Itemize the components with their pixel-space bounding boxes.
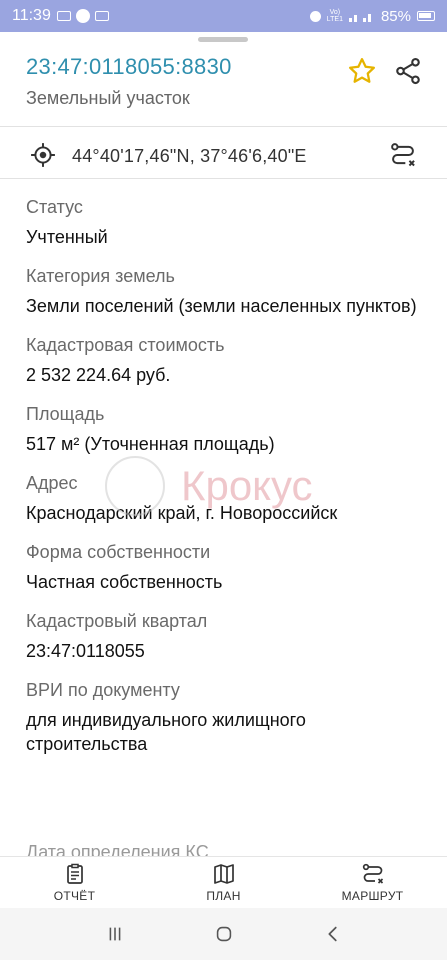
home-icon[interactable] (213, 923, 235, 945)
status-bar: 11:39 Vo) LTE1 85% (0, 0, 447, 32)
back-icon[interactable] (322, 923, 344, 945)
field-value: для индивидуального жилищного строительс… (26, 710, 306, 754)
coords-divider (0, 178, 447, 179)
bottom-nav: ОТЧЁТ ПЛАН МАРШРУТ (0, 856, 447, 908)
field-area: Площадь 517 м² (Уточненная площадь) (26, 401, 427, 456)
report-button[interactable]: ОТЧЁТ (0, 857, 149, 908)
field-label-cutoff: Дата определения КС (26, 842, 209, 856)
plan-button[interactable]: ПЛАН (149, 857, 298, 908)
field-value: 23:47:0118055 (26, 641, 145, 661)
field-label: Кадастровая стоимость (26, 335, 225, 355)
field-label: Адрес (26, 473, 78, 493)
share-icon[interactable] (393, 56, 423, 86)
field-cadastral-quarter: Кадастровый квартал 23:47:0118055 (26, 608, 427, 663)
field-value: Краснодарский край, г. Новороссийск (26, 503, 338, 523)
details-list: Статус Учтенный Категория земель Земли п… (26, 194, 427, 770)
object-type: Земельный участок (26, 88, 190, 108)
field-permitted-use: ВРИ по документу для индивидуального жил… (26, 677, 427, 756)
field-value: 517 м² (Уточненная площадь) (26, 434, 275, 454)
coordinates-text[interactable]: 44°40'17,46"N, 37°46'6,40"E (72, 146, 307, 167)
route-label: МАРШРУТ (341, 889, 404, 903)
status-time: 11:39 (12, 7, 51, 24)
object-header: 23:47:0118055:8830 Земельный участок (26, 54, 427, 124)
route-icon[interactable] (389, 141, 417, 169)
location-target-icon (31, 143, 55, 167)
phone-icon (75, 9, 90, 23)
map-icon (213, 864, 234, 884)
header-divider (0, 126, 447, 127)
object-info-sheet: 23:47:0118055:8830 Земельный участок 44°… (0, 32, 447, 856)
field-label: Площадь (26, 404, 105, 424)
report-label: ОТЧЁТ (53, 889, 96, 903)
field-value: 2 532 224.64 руб. (26, 365, 171, 385)
recent-apps-icon[interactable] (104, 923, 126, 945)
field-address: Адрес Краснодарский край, г. Новороссийс… (26, 470, 427, 525)
report-clipboard-icon (66, 863, 83, 884)
message-icon (56, 11, 71, 21)
field-label: ВРИ по документу (26, 680, 180, 700)
field-ownership: Форма собственности Частная собственност… (26, 539, 427, 594)
field-label: Категория земель (26, 266, 175, 286)
gallery-icon (94, 11, 109, 21)
field-value: Учтенный (26, 227, 108, 247)
route-icon (362, 863, 383, 884)
field-land-category: Категория земель Земли поселений (земли … (26, 263, 427, 318)
field-label: Статус (26, 197, 83, 217)
favorite-star-icon[interactable] (347, 56, 377, 86)
plan-label: ПЛАН (206, 889, 241, 903)
battery-percent: 85% (380, 7, 411, 25)
battery-icon (417, 11, 435, 21)
coordinates-row[interactable]: 44°40'17,46"N, 37°46'6,40"E (0, 132, 447, 180)
field-value: Частная собственность (26, 572, 223, 592)
signal-icon (348, 14, 371, 22)
field-cadastral-value: Кадастровая стоимость 2 532 224.64 руб. (26, 332, 427, 387)
field-label: Кадастровый квартал (26, 611, 208, 631)
alarm-icon (309, 10, 321, 22)
volte-icon: Vo) LTE1 (326, 9, 343, 23)
system-nav-bar (0, 908, 447, 960)
drag-handle[interactable] (198, 37, 248, 42)
field-label: Форма собственности (26, 542, 211, 562)
field-status: Статус Учтенный (26, 194, 427, 249)
route-button[interactable]: МАРШРУТ (298, 857, 447, 908)
field-value: Земли поселений (земли населенных пункто… (26, 296, 417, 316)
